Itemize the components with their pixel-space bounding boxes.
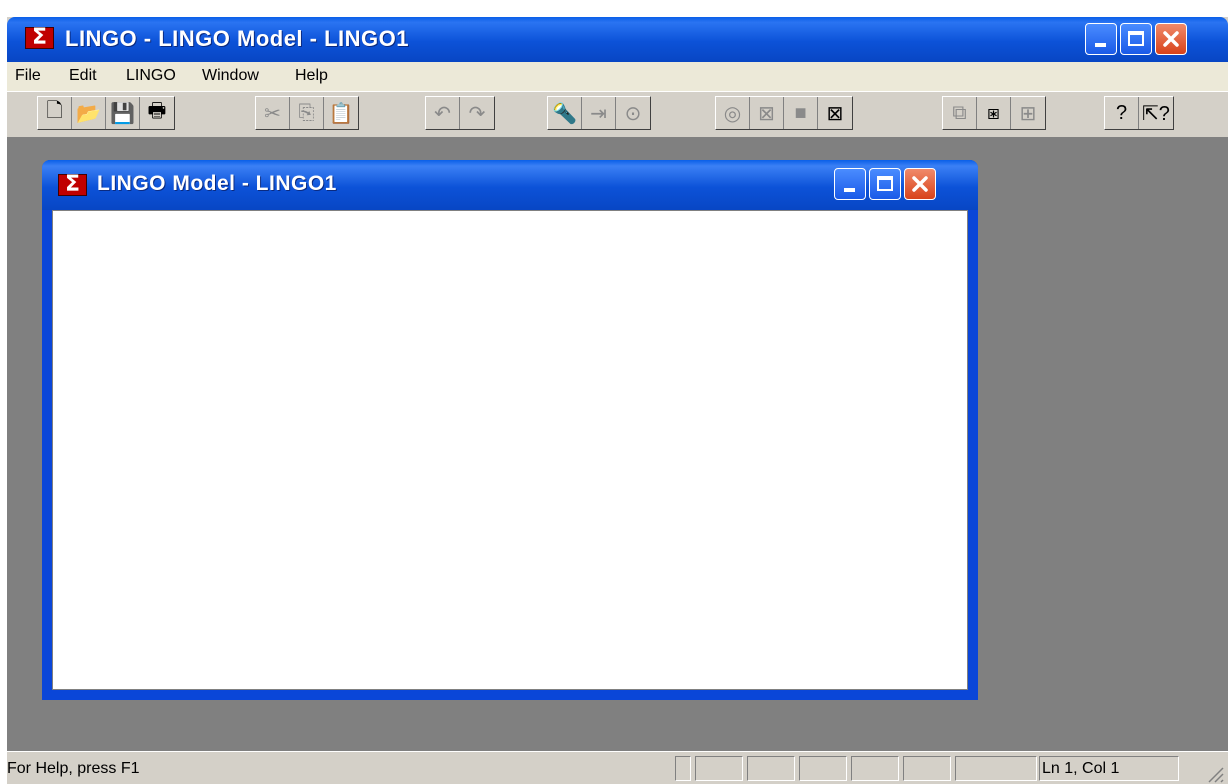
redo-button[interactable]: ↷ — [460, 97, 494, 129]
status-pane — [851, 756, 899, 781]
lingo-app-window: Σ LINGO - LINGO Model - LINGO1 File Edit… — [7, 17, 1228, 784]
find-button[interactable]: 🔦 — [548, 97, 582, 129]
toolbar: 🗋 📂 💾 🖶 ✂ ⎘ 📋 ↶ ↷ 🔦 ⇥ ⊙ ◎ ⊠ ■ ⊠ ⧉ ⧆ ⊞ ? ⇱? — [7, 91, 1228, 138]
context-help-icon: ⇱? — [1142, 102, 1170, 125]
minimize-icon — [844, 188, 855, 192]
model-close-button[interactable] — [904, 168, 936, 200]
print-icon: 🖶 — [147, 100, 167, 122]
goto-line-button[interactable]: ⇥ — [582, 97, 616, 129]
save-disk-icon: 💾 — [110, 102, 135, 125]
close-icon — [1163, 31, 1179, 47]
maximize-icon — [1128, 31, 1144, 46]
lingo-model-icon[interactable]: Σ — [58, 172, 87, 197]
matrix-picture-icon: ■ — [794, 101, 807, 124]
toolbar-group-solve: ◎ ⊠ ■ ⊠ — [715, 96, 853, 130]
open-folder-icon: 📂 — [76, 102, 101, 125]
copy-button[interactable]: ⎘ — [290, 97, 324, 129]
status-pane — [903, 756, 951, 781]
minimize-button[interactable] — [1085, 23, 1117, 55]
open-folder-button[interactable]: 📂 — [72, 97, 106, 129]
toolbar-group-undo: ↶ ↷ — [425, 96, 495, 130]
lingo-sigma-icon[interactable]: Σ — [25, 25, 54, 50]
undo-button[interactable]: ↶ — [426, 97, 460, 129]
paste-icon: 📋 — [328, 102, 354, 125]
app-title: LINGO - LINGO Model - LINGO1 — [65, 26, 409, 51]
solution-report-icon: ⊠ — [758, 102, 775, 125]
menu-window[interactable]: Window — [202, 67, 259, 85]
send-to-back-icon: ⧉ — [952, 101, 967, 124]
toolbar-group-file: 🗋 📂 💾 🖶 — [37, 96, 175, 130]
print-button[interactable]: 🖶 — [140, 97, 174, 129]
menu-edit[interactable]: Edit — [69, 67, 97, 85]
model-maximize-button[interactable] — [869, 168, 901, 200]
tile-button[interactable]: ⊞ — [1011, 97, 1045, 129]
copy-icon: ⎘ — [298, 101, 315, 124]
status-pane — [799, 756, 847, 781]
options-icon: ⊠ — [826, 102, 844, 125]
help-topics-icon: ? — [1115, 101, 1128, 124]
save-disk-button[interactable]: 💾 — [106, 97, 140, 129]
status-pane — [675, 756, 691, 781]
toolbar-group-search: 🔦 ⇥ ⊙ — [547, 96, 651, 130]
resize-grip-icon[interactable] — [1205, 764, 1225, 784]
help-topics-button[interactable]: ? — [1105, 97, 1139, 129]
maximize-button[interactable] — [1120, 23, 1152, 55]
status-pane — [955, 756, 1037, 781]
minimize-icon — [1095, 43, 1106, 47]
model-window-title-bar[interactable]: Σ LINGO Model - LINGO1 — [42, 160, 978, 210]
matrix-picture-button[interactable]: ■ — [784, 97, 818, 129]
goto-line-icon: ⇥ — [590, 102, 607, 125]
model-window[interactable]: Σ LINGO Model - LINGO1 — [42, 160, 978, 700]
status-bar: For Help, press F1 Ln 1, Col 1 — [7, 751, 1228, 784]
model-minimize-button[interactable] — [834, 168, 866, 200]
menu-file[interactable]: File — [15, 67, 41, 85]
model-editor[interactable] — [52, 210, 968, 690]
menu-lingo[interactable]: LINGO — [126, 67, 176, 85]
app-title-bar[interactable]: Σ LINGO - LINGO Model - LINGO1 — [7, 17, 1228, 62]
context-help-button[interactable]: ⇱? — [1139, 97, 1173, 129]
match-parenthesis-button[interactable]: ⊙ — [616, 97, 650, 129]
solve-target-button[interactable]: ◎ — [716, 97, 750, 129]
cut-button[interactable]: ✂ — [256, 97, 290, 129]
close-all-icon: ⧆ — [987, 101, 1000, 124]
model-window-title: LINGO Model - LINGO1 — [97, 172, 337, 195]
close-all-button[interactable]: ⧆ — [977, 97, 1011, 129]
new-file-icon: 🗋 — [46, 100, 63, 122]
undo-icon: ↶ — [434, 102, 451, 125]
cut-icon: ✂ — [264, 102, 281, 125]
status-pane — [747, 756, 795, 781]
status-pane — [695, 756, 743, 781]
toolbar-group-window: ⧉ ⧆ ⊞ — [942, 96, 1046, 130]
solution-report-button[interactable]: ⊠ — [750, 97, 784, 129]
tile-icon: ⊞ — [1019, 102, 1037, 125]
toolbar-group-clipboard: ✂ ⎘ 📋 — [255, 96, 359, 130]
close-icon — [912, 176, 928, 192]
cursor-position: Ln 1, Col 1 — [1042, 760, 1120, 777]
redo-icon: ↷ — [468, 102, 486, 125]
toolbar-group-help: ? ⇱? — [1104, 96, 1174, 130]
paste-button[interactable]: 📋 — [324, 97, 358, 129]
solve-target-icon: ◎ — [723, 102, 742, 125]
status-help-text: For Help, press F1 — [7, 760, 140, 777]
new-file-button[interactable]: 🗋 — [38, 97, 72, 129]
options-button[interactable]: ⊠ — [818, 97, 852, 129]
find-icon: 🔦 — [552, 102, 577, 125]
close-button[interactable] — [1155, 23, 1187, 55]
match-parenthesis-icon: ⊙ — [624, 102, 642, 125]
maximize-icon — [877, 176, 893, 191]
send-to-back-button[interactable]: ⧉ — [943, 97, 977, 129]
menu-bar: File Edit LINGO Window Help — [7, 62, 1228, 91]
menu-help[interactable]: Help — [295, 67, 328, 85]
